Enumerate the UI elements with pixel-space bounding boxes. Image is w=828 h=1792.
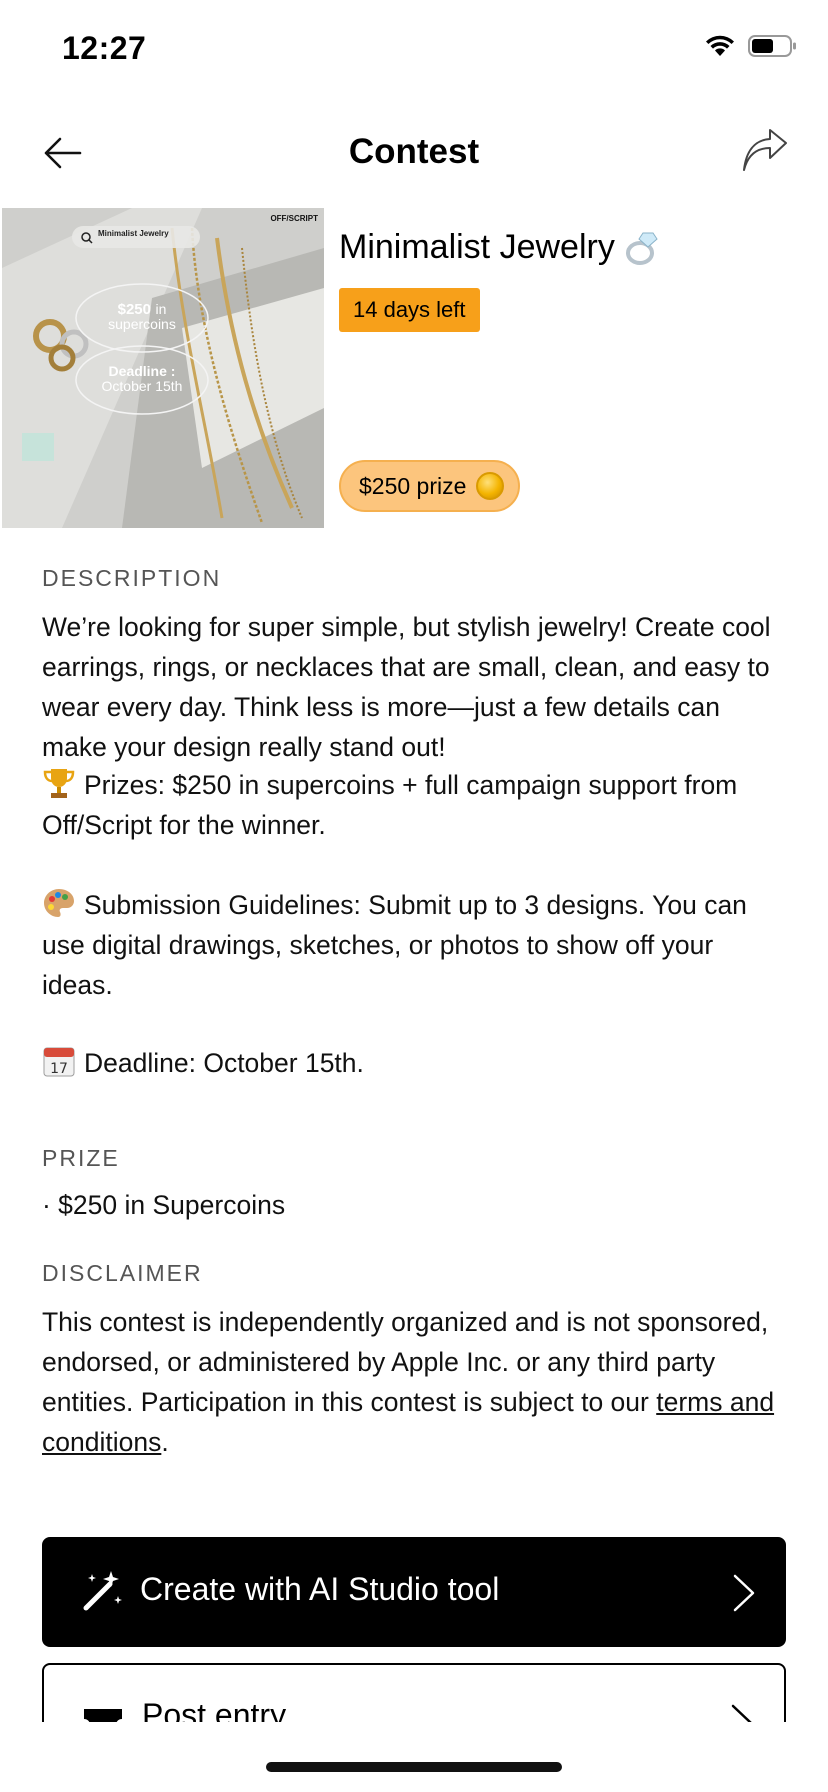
- nav-bar: Contest: [0, 110, 828, 196]
- disclaimer-label: DISCLAIMER: [42, 1260, 203, 1286]
- guidelines-paragraph: Submission Guidelines: Submit up to 3 de…: [42, 885, 790, 1005]
- prize-pill-label: $250 prize: [359, 472, 467, 499]
- cover-brand: OFF/SCRIPT: [270, 214, 318, 223]
- cover-deadline-label: Deadline :: [108, 363, 176, 379]
- calendar-emoji: 17: [43, 1047, 75, 1077]
- prize-label: PRIZE: [42, 1145, 120, 1171]
- prize-item: · $250 in Supercoins: [42, 1190, 286, 1220]
- guidelines-text: Submission Guidelines: Submit up to 3 de…: [42, 890, 747, 1000]
- disclaimer-paragraph: This contest is independently organized …: [42, 1302, 790, 1462]
- status-icons: [704, 34, 798, 58]
- description-paragraph: We’re looking for super simple, but styl…: [42, 612, 771, 762]
- disclaimer-end: .: [161, 1427, 169, 1457]
- ai-studio-label: Create with AI Studio tool: [140, 1571, 500, 1607]
- create-with-ai-studio-button[interactable]: Create with AI Studio tool: [42, 1537, 786, 1647]
- prize-pill: $250 prize: [339, 460, 521, 512]
- description-label: DESCRIPTION: [42, 565, 222, 591]
- prizes-paragraph: Prizes: $250 in supercoins + full campai…: [42, 765, 790, 845]
- coin-icon: [476, 472, 505, 500]
- contest-hero: OFF/SCRIPT Minimalist Jewelry $250 in su…: [2, 208, 828, 528]
- cover-deadline: Deadline : October 15th: [76, 364, 208, 394]
- trophy-emoji: [43, 769, 75, 798]
- palette-emoji: [44, 889, 74, 917]
- home-indicator[interactable]: [266, 1762, 562, 1772]
- deadline-text: Deadline: October 15th.: [84, 1048, 364, 1078]
- wifi-icon: [706, 35, 734, 56]
- svg-text:17: 17: [50, 1061, 68, 1077]
- status-time: 12:27: [62, 30, 147, 66]
- contest-cover-image[interactable]: OFF/SCRIPT Minimalist Jewelry $250 in su…: [2, 208, 324, 528]
- ring-emoji: [625, 232, 658, 265]
- deadline-paragraph: 17 Deadline: October 15th.: [42, 1043, 790, 1083]
- contest-title-text: Minimalist Jewelry: [339, 228, 615, 266]
- contest-info: Minimalist Jewelry 14 days left $250 pri…: [339, 208, 828, 528]
- contest-title: Minimalist Jewelry: [339, 228, 661, 267]
- days-left-badge: 14 days left: [339, 288, 480, 332]
- cover-prize: $250 in supercoins: [76, 302, 208, 332]
- page-title: Contest: [348, 132, 480, 171]
- magic-wand-icon: [83, 1571, 122, 1611]
- cover-deadline-date: October 15th: [101, 378, 183, 394]
- status-bar: 12:27: [0, 0, 828, 100]
- chevron-right-icon: [733, 1574, 755, 1612]
- bottom-safe-area: [0, 1722, 828, 1792]
- cover-prize-sub: supercoins: [108, 316, 176, 332]
- cover-prize-in: in: [155, 301, 167, 317]
- cover-search-text: Minimalist Jewelry: [98, 229, 169, 238]
- prizes-text: Prizes: $250 in supercoins + full campai…: [42, 770, 738, 840]
- battery-icon: [748, 35, 796, 57]
- share-arrow-icon[interactable]: [740, 128, 788, 176]
